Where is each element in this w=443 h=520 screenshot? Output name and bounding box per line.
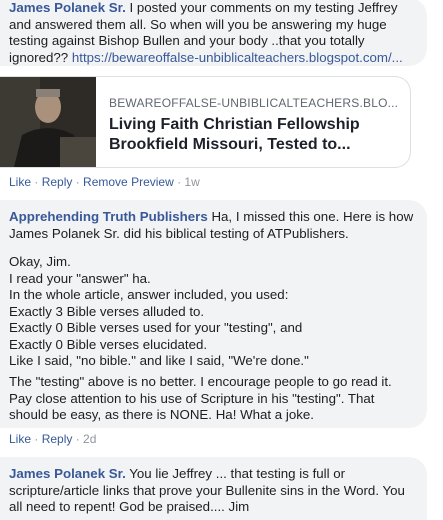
comment-bubble: Apprehending Truth Publishers Ha, I miss… [0,200,427,428]
remove-preview-link[interactable]: Remove Preview [83,175,174,189]
reply-link[interactable]: Reply [42,432,73,446]
comment-author[interactable]: Apprehending Truth Publishers [9,209,208,224]
reply-link[interactable]: Reply [42,175,73,189]
comment-actions: Like · Reply · Remove Preview · 1w [9,175,200,189]
like-link[interactable]: Like [9,175,31,189]
comment-author[interactable]: James Polanek Sr. [9,466,126,481]
comment-body: Apprehending Truth Publishers Ha, I miss… [9,209,414,242]
comment-bubble: James Polanek Sr. You lie Jeffrey ... th… [0,457,427,520]
preview-title[interactable]: Living Faith Christian Fellowship Brookf… [109,115,399,155]
preview-thumbnail [0,77,96,167]
comment-timestamp[interactable]: 2d [83,432,96,446]
comment-timestamp[interactable]: 1w [184,175,199,189]
like-link[interactable]: Like [9,432,31,446]
comment-bubble: James Polanek Sr. I posted your comments… [0,0,427,66]
preview-site: BEWAREOFFALSE-UNBIBLICALTEACHERS.BLO... [109,96,399,110]
comment-quote: Okay, Jim. I read your "answer" ha. In t… [9,254,309,368]
comment-link[interactable]: https://bewareoffalse-unbiblicalteachers… [72,50,403,65]
comment-body: James Polanek Sr. I posted your comments… [9,0,414,66]
comment-actions: Like · Reply · 2d [9,432,97,446]
comment-body: James Polanek Sr. You lie Jeffrey ... th… [9,466,414,516]
link-preview-card[interactable]: BEWAREOFFALSE-UNBIBLICALTEACHERS.BLO... … [0,76,411,168]
comment-text: The "testing" above is no better. I enco… [9,374,392,422]
comment-author[interactable]: James Polanek Sr. [9,0,126,15]
